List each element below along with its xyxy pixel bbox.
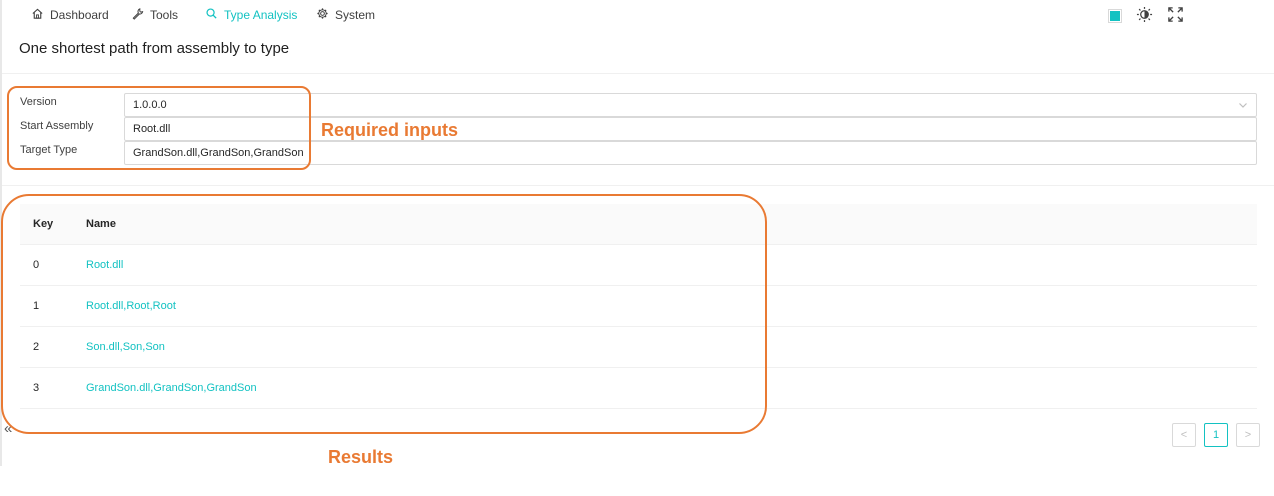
next-page-button[interactable]: > <box>1236 423 1260 447</box>
table-row: 0 Root.dll <box>20 245 1257 286</box>
left-edge-bar <box>0 0 2 466</box>
fullscreen-icon[interactable] <box>1167 6 1184 26</box>
version-value: 1.0.0.0 <box>133 99 167 111</box>
wrench-icon <box>131 7 144 23</box>
row-name-link[interactable]: Root.dll <box>86 259 1257 271</box>
row-key: 0 <box>33 259 40 271</box>
nav-label: Tools <box>150 8 179 22</box>
table-header: Key Name <box>20 204 1257 245</box>
results-table: Key Name 0 Root.dll 1 Root.dll,Root,Root… <box>20 204 1257 409</box>
row-key: 2 <box>33 341 40 353</box>
table-row: 1 Root.dll,Root,Root <box>20 286 1257 327</box>
home-icon <box>31 7 44 23</box>
nav-item-tools[interactable]: Tools <box>131 6 178 24</box>
nav-label: System <box>335 8 376 22</box>
table-row: 2 Son.dll,Son,Son <box>20 327 1257 368</box>
pagination: < 1 > <box>1172 423 1260 447</box>
start-assembly-input[interactable]: Root.dll <box>124 117 1257 141</box>
search-icon <box>205 7 218 23</box>
table-row: 3 GrandSon.dll,GrandSon,GrandSon <box>20 368 1257 409</box>
target-type-value: GrandSon.dll,GrandSon,GrandSon <box>133 147 304 159</box>
top-nav: Dashboard Tools Type Analysis System <box>0 0 1274 28</box>
required-inputs-annotation: Required inputs <box>321 120 459 140</box>
top-right-tools <box>1108 6 1184 26</box>
nav-item-type-analysis[interactable]: Type Analysis <box>205 6 297 24</box>
color-swatch-icon <box>1110 11 1120 21</box>
results-annotation: Results <box>328 447 394 467</box>
nav-label: Dashboard <box>50 8 109 22</box>
page-1-button[interactable]: 1 <box>1204 423 1228 447</box>
version-select[interactable]: 1.0.0.0 <box>124 93 1257 117</box>
theme-color-button[interactable] <box>1108 9 1122 23</box>
row-key: 3 <box>33 382 40 394</box>
start-assembly-label: Start Assembly <box>20 120 94 132</box>
row-name-link[interactable]: Root.dll,Root,Root <box>86 300 1257 312</box>
row-key: 1 <box>33 300 40 312</box>
divider <box>2 73 1274 74</box>
sidebar-collapse-button[interactable]: « <box>4 420 12 437</box>
nav-item-system[interactable]: System <box>316 6 375 24</box>
page-title: One shortest path from assembly to type <box>19 40 290 57</box>
nav-label: Type Analysis <box>224 8 298 22</box>
brightness-icon[interactable] <box>1136 6 1153 26</box>
start-assembly-value: Root.dll <box>133 123 171 135</box>
nav-item-dashboard[interactable]: Dashboard <box>31 6 109 24</box>
row-name-link[interactable]: Son.dll,Son,Son <box>86 341 1257 353</box>
chevron-down-icon <box>1238 100 1248 110</box>
target-type-input[interactable]: GrandSon.dll,GrandSon,GrandSon <box>124 141 1257 165</box>
target-type-label: Target Type <box>20 144 78 156</box>
column-header-name[interactable]: Name <box>86 218 1257 230</box>
gear-icon <box>316 7 329 23</box>
divider <box>2 185 1274 186</box>
version-label: Version <box>20 96 57 108</box>
row-name-link[interactable]: GrandSon.dll,GrandSon,GrandSon <box>86 382 1257 394</box>
column-header-key[interactable]: Key <box>20 218 86 230</box>
prev-page-button[interactable]: < <box>1172 423 1196 447</box>
